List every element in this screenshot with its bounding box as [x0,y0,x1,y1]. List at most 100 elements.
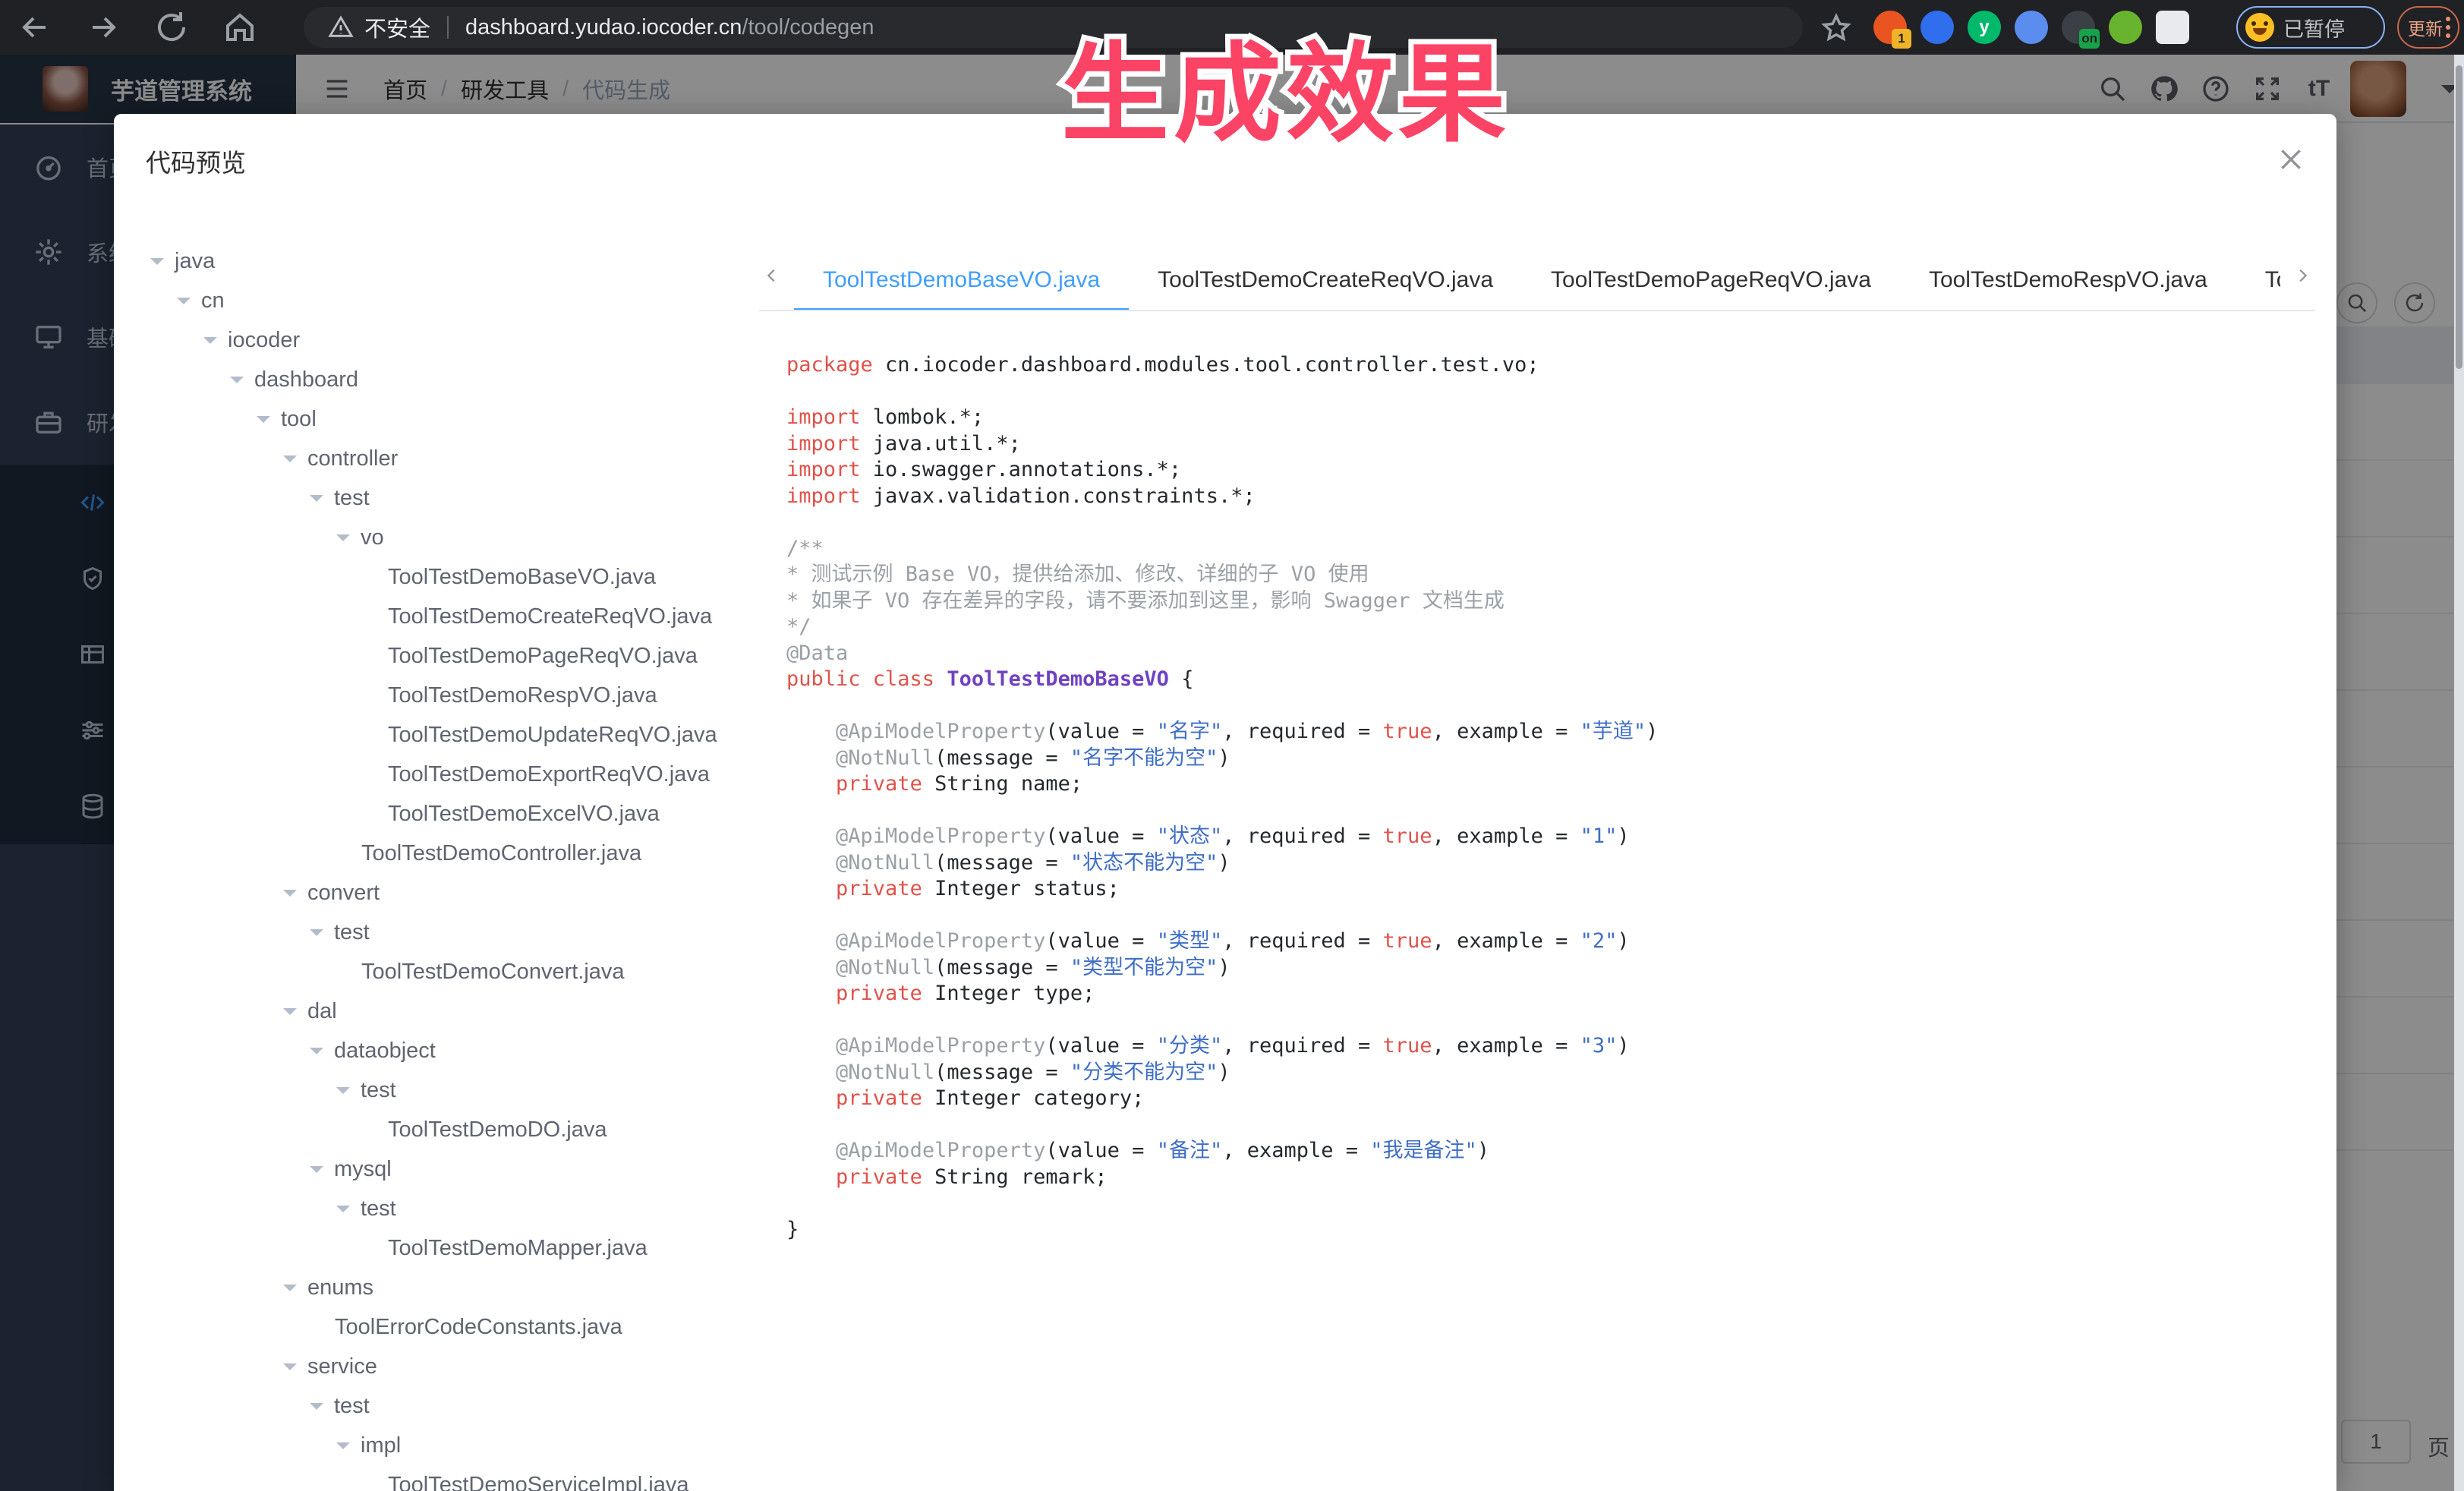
caret-down-icon[interactable] [310,1403,323,1417]
tree-folder[interactable]: service [141,1347,779,1386]
tree-folder[interactable]: test [141,1386,779,1426]
tree-node-label: impl [361,1433,401,1458]
tree-folder[interactable]: test [141,1189,779,1228]
code-line: @ApiModelProperty(value = "分类", required… [786,1033,2315,1060]
code-content: package cn.iocoder.dashboard.modules.too… [786,352,2315,1491]
file-tab[interactable]: ToolTe [2236,252,2280,310]
tree-file[interactable]: ToolTestDemoDO.java [141,1110,779,1149]
tree-folder[interactable]: vo [141,518,779,557]
tree-node-label: dataobject [334,1039,436,1064]
tree-file[interactable]: ToolTestDemoExcelVO.java [141,794,779,834]
tree-folder[interactable]: impl [141,1426,779,1465]
caret-down-icon[interactable] [283,1008,297,1022]
file-tab[interactable]: ToolTestDemoBaseVO.java [794,252,1129,310]
ubuntu-extension-icon[interactable]: 1 [1873,11,1907,44]
tree-file[interactable]: ToolTestDemoCreateReqVO.java [141,597,779,636]
tampermonkey-extension-icon[interactable]: on [2062,11,2095,44]
caret-down-icon[interactable] [336,534,350,548]
gem-extension-icon[interactable] [1920,11,1954,44]
address-bar[interactable]: 不安全 dashboard.yudao.iocoder.cn/tool/code… [304,7,1803,48]
tree-folder[interactable]: dal [141,991,779,1031]
caret-down-icon[interactable] [310,1166,323,1180]
tree-file[interactable]: ToolTestDemoConvert.java [141,952,779,991]
kebab-menu-icon[interactable] [2446,17,2450,38]
code-line: import javax.validation.constraints.*; [786,484,2315,510]
tree-file[interactable]: ToolTestDemoUpdateReqVO.java [141,715,779,755]
file-tab[interactable]: ToolTestDemoCreateReqVO.java [1129,252,1522,310]
grid-extension-icon[interactable] [2015,11,2048,44]
tree-folder[interactable]: iocoder [141,320,779,360]
caret-down-icon[interactable] [310,929,323,943]
code-line: public class ToolTestDemoBaseVO { [786,667,2315,693]
tree-node-label: convert [307,881,380,906]
caret-down-icon[interactable] [283,890,297,903]
code-line: package cn.iocoder.dashboard.modules.too… [786,352,2315,379]
home-icon[interactable] [222,9,258,46]
code-line: @NotNull(message = "分类不能为空") [786,1060,2315,1086]
caret-down-icon[interactable] [336,1442,350,1456]
caret-down-icon[interactable] [310,495,323,509]
tree-node-label: tool [281,407,317,432]
caret-down-icon[interactable] [150,258,164,272]
browser-scrollbar[interactable] [2454,55,2464,1491]
tree-folder[interactable]: test [141,478,779,518]
tabs-prev-icon[interactable] [764,267,780,295]
tree-folder[interactable]: dashboard [141,360,779,399]
file-tabs: ToolTestDemoBaseVO.javaToolTestDemoCreat… [759,251,2315,311]
code-line: private String name; [786,771,2315,798]
caret-down-icon[interactable] [283,1285,297,1298]
puzzle-extension-icon[interactable] [2156,11,2189,44]
tree-folder[interactable]: test [141,913,779,952]
tree-node-label: mysql [334,1157,392,1182]
tree-folder[interactable]: controller [141,439,779,478]
tree-file[interactable]: ToolTestDemoController.java [141,834,779,873]
tree-file[interactable]: ToolTestDemoPageReqVO.java [141,636,779,676]
tree-folder[interactable]: java [141,241,779,281]
back-icon[interactable] [17,9,53,46]
tree-node-label: ToolErrorCodeConstants.java [335,1315,622,1340]
bookmark-star-icon[interactable] [1820,12,1852,44]
tree-node-label: ToolTestDemoController.java [361,841,641,866]
paused-pill[interactable]: 已暂停 [2236,6,2385,49]
extension-icons: 1 y on [1873,11,2189,44]
caret-down-icon[interactable] [230,377,244,390]
code-line: private Integer category; [786,1086,2315,1112]
yuque-extension-icon[interactable]: y [1968,11,2001,44]
caret-down-icon[interactable] [310,1048,323,1061]
reload-icon[interactable] [153,9,190,46]
update-button[interactable]: 更新 [2397,6,2459,49]
code-line: * 测试示例 Base VO，提供给添加、修改、详细的子 VO 使用 [786,562,2315,588]
tree-folder[interactable]: mysql [141,1149,779,1189]
code-line [786,693,2315,720]
sprout-extension-icon[interactable] [2109,11,2142,44]
tree-folder[interactable]: cn [141,281,779,320]
tree-folder[interactable]: dataobject [141,1031,779,1070]
file-tab[interactable]: ToolTestDemoPageReqVO.java [1522,252,1900,310]
tree-folder[interactable]: convert [141,873,779,913]
tree-folder[interactable]: test [141,1070,779,1110]
tree-file[interactable]: ToolTestDemoBaseVO.java [141,557,779,597]
tree-file[interactable]: ToolTestDemoMapper.java [141,1228,779,1268]
caret-down-icon[interactable] [336,1087,350,1101]
tree-file[interactable]: ToolTestDemoExportReqVO.java [141,755,779,794]
scrollbar-thumb[interactable] [2456,65,2462,369]
tree-file[interactable]: ToolErrorCodeConstants.java [141,1307,779,1347]
tabs-next-icon[interactable] [2294,267,2311,295]
forward-icon[interactable] [85,9,121,46]
security-label[interactable]: 不安全 [364,11,430,43]
caret-down-icon[interactable] [177,298,191,311]
caret-down-icon[interactable] [336,1206,350,1219]
tree-folder[interactable]: enums [141,1268,779,1307]
tree-node-label: test [334,1394,370,1419]
caret-down-icon[interactable] [203,337,217,351]
close-icon[interactable] [2276,144,2306,175]
code-line: import java.util.*; [786,431,2315,458]
tree-file[interactable]: ToolTestDemoRespVO.java [141,676,779,715]
tree-folder[interactable]: tool [141,399,779,439]
url-host: dashboard.yudao.iocoder.cn [465,15,742,40]
file-tab[interactable]: ToolTestDemoRespVO.java [1900,252,2236,310]
caret-down-icon[interactable] [283,1363,297,1377]
caret-down-icon[interactable] [283,455,297,469]
caret-down-icon[interactable] [257,416,270,430]
tree-file[interactable]: ToolTestDemoServiceImpl.java [141,1465,779,1491]
